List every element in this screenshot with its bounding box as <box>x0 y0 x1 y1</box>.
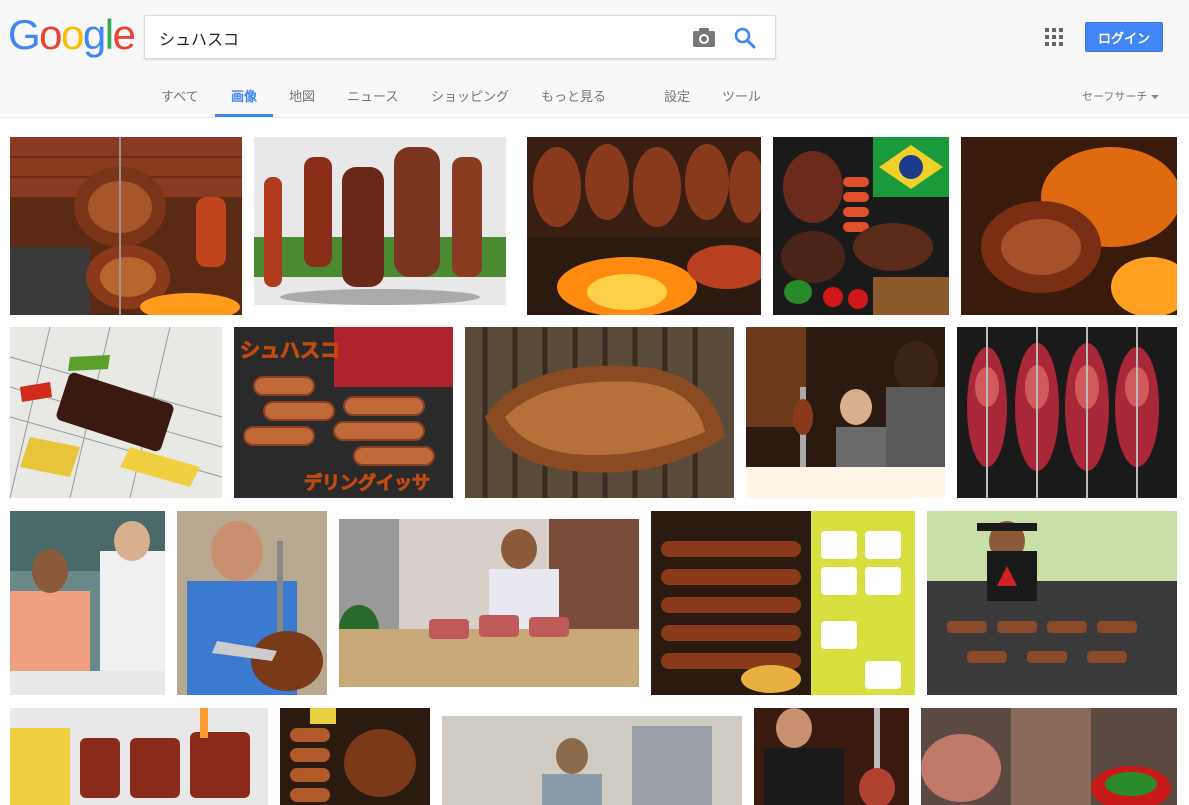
top-bar: Google ログイン すべて 画像 地図 ニュース ショッピング もっと見る … <box>0 0 1189 118</box>
safesearch-label: セーフサーチ <box>1082 90 1148 103</box>
image-result-1-4[interactable] <box>773 137 949 315</box>
result-image: シュハスコ デリングイッサ <box>234 327 453 498</box>
result-image <box>10 511 165 695</box>
image-result-2-5[interactable] <box>957 327 1177 498</box>
image-result-4-5[interactable] <box>921 708 1177 805</box>
active-tab-indicator <box>215 114 273 117</box>
tab-tools[interactable]: ツール <box>722 86 761 105</box>
result-image <box>280 708 430 805</box>
result-image <box>921 708 1177 805</box>
result-image <box>10 708 268 805</box>
image-result-3-5[interactable] <box>927 511 1177 695</box>
result-image <box>465 327 734 498</box>
result-image <box>773 137 949 315</box>
logo-letter: g <box>82 11 106 58</box>
apps-grid-icon[interactable] <box>1045 28 1063 46</box>
tab-images[interactable]: 画像 <box>231 86 257 105</box>
image-result-3-3[interactable] <box>339 519 639 687</box>
image-result-2-1[interactable] <box>10 327 222 498</box>
image-result-3-1[interactable] <box>10 511 165 695</box>
image-result-2-2[interactable]: シュハスコ デリングイッサ <box>234 327 453 498</box>
logo-letter: l <box>104 11 114 58</box>
image-result-3-4[interactable] <box>651 511 915 695</box>
search-icon[interactable] <box>733 26 757 50</box>
result-image <box>177 511 327 695</box>
image-result-1-1[interactable] <box>10 137 242 315</box>
logo-letter: e <box>112 11 136 58</box>
search-box[interactable] <box>144 15 776 59</box>
result-image <box>957 327 1177 498</box>
result-image <box>961 137 1177 315</box>
tab-settings[interactable]: 設定 <box>664 86 690 105</box>
image-result-3-2[interactable] <box>177 511 327 695</box>
result-image <box>527 137 761 315</box>
image-result-4-2[interactable] <box>280 708 430 805</box>
tab-maps[interactable]: 地図 <box>289 86 315 105</box>
google-logo[interactable]: Google <box>8 11 136 58</box>
result-image <box>754 708 909 805</box>
image-result-1-2[interactable] <box>254 137 512 315</box>
image-result-2-3[interactable] <box>465 327 734 498</box>
tab-news[interactable]: ニュース <box>347 86 398 105</box>
camera-icon[interactable] <box>692 26 716 48</box>
result-image <box>927 511 1177 695</box>
caret-down-icon <box>1151 95 1160 99</box>
result-image <box>339 519 639 687</box>
result-image <box>442 716 742 805</box>
image-result-4-3[interactable] <box>442 716 742 805</box>
overlay-text: デリングイッサ <box>304 472 430 494</box>
image-result-2-4[interactable] <box>746 327 945 498</box>
image-result-1-3[interactable] <box>527 137 761 315</box>
result-image <box>10 137 242 315</box>
tab-more[interactable]: もっと見る <box>541 86 606 105</box>
logo-letter: o <box>39 11 62 58</box>
logo-letter: o <box>61 11 84 58</box>
tab-all[interactable]: すべて <box>161 86 199 105</box>
tab-shopping[interactable]: ショッピング <box>431 86 509 105</box>
result-image <box>746 327 945 498</box>
image-results-grid: シュハスコ デリングイッサ <box>0 118 1189 805</box>
logo-letter: G <box>8 11 41 58</box>
image-result-4-1[interactable] <box>10 708 268 805</box>
search-tabs: すべて 画像 地図 ニュース ショッピング もっと見る 設定 ツール セーフサー… <box>0 80 1189 118</box>
search-input[interactable] <box>159 26 679 50</box>
image-result-1-5[interactable] <box>961 137 1177 315</box>
safesearch-dropdown[interactable]: セーフサーチ <box>1082 88 1160 104</box>
result-image <box>254 137 512 315</box>
login-button[interactable]: ログイン <box>1085 22 1163 52</box>
image-result-4-4[interactable] <box>754 708 909 805</box>
result-image <box>651 511 915 695</box>
result-image <box>10 327 222 498</box>
overlay-text: シュハスコ <box>240 338 340 362</box>
